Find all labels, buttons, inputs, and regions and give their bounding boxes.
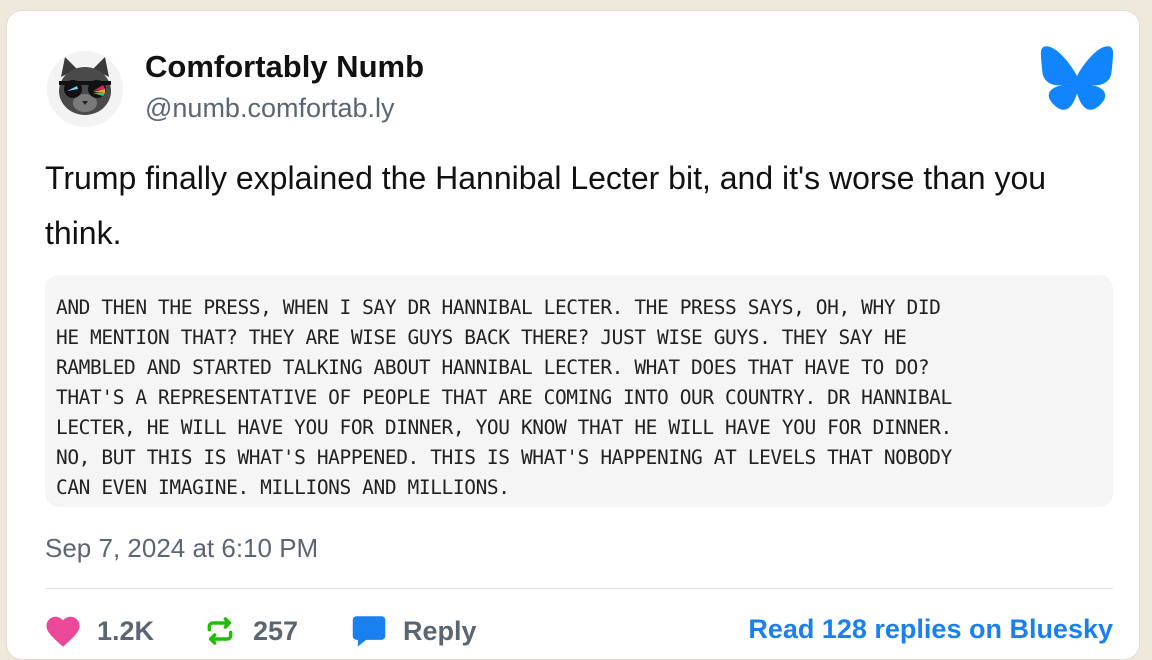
post-timestamp[interactable]: Sep 7, 2024 at 6:10 PM	[45, 533, 318, 564]
divider	[45, 588, 1113, 589]
action-bar: 1.2K 257 Reply Read 128 replies on Blues…	[45, 607, 1113, 655]
author-display-name[interactable]: Comfortably Numb	[145, 49, 424, 85]
cat-avatar-icon	[47, 51, 123, 127]
read-replies-link[interactable]: Read 128 replies on Bluesky	[748, 614, 1113, 645]
heart-icon	[46, 616, 80, 647]
post-card: Comfortably Numb @numb.comfortab.ly Trum…	[6, 10, 1140, 660]
repost-icon	[207, 617, 233, 645]
author-handle[interactable]: @numb.comfortab.ly	[145, 93, 395, 124]
like-count: 1.2K	[97, 615, 155, 646]
quote-block: AND THEN THE PRESS, WHEN I SAY DR HANNIB…	[45, 275, 1113, 507]
speech-bubble-icon	[352, 616, 386, 647]
reply-button[interactable]: Reply	[351, 607, 477, 655]
repost-button[interactable]: 257	[203, 607, 298, 655]
author-avatar[interactable]	[47, 51, 123, 127]
repost-count: 257	[253, 615, 299, 646]
quote-text: AND THEN THE PRESS, WHEN I SAY DR HANNIB…	[56, 296, 952, 499]
reply-label: Reply	[403, 615, 477, 646]
like-button[interactable]: 1.2K	[45, 607, 154, 655]
post-text: Trump finally explained the Hannibal Lec…	[45, 160, 1047, 251]
bluesky-butterfly-icon[interactable]	[1039, 45, 1115, 111]
